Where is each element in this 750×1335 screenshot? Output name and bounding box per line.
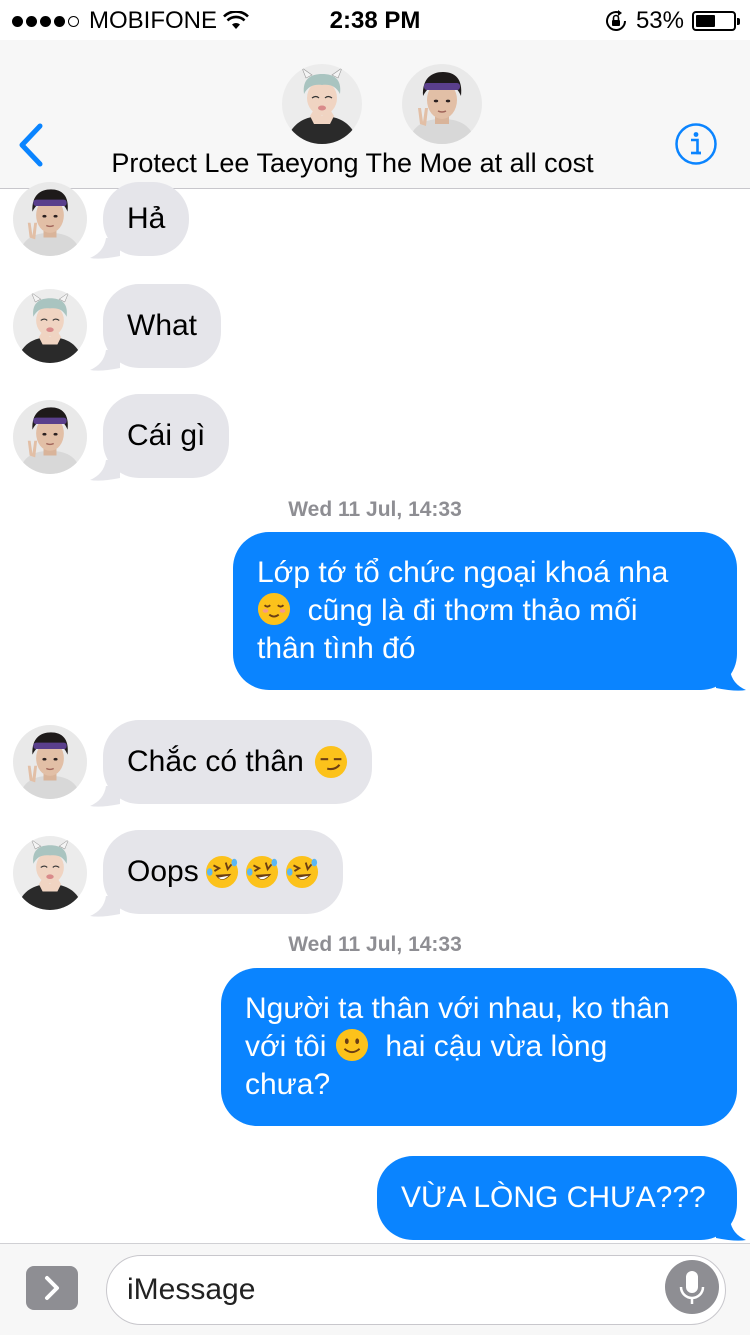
incoming-message[interactable]: Oops bbox=[103, 830, 343, 914]
status-right: 53% bbox=[604, 7, 740, 35]
microphone-icon bbox=[679, 1271, 705, 1304]
message-text-line: thân tình đó bbox=[257, 632, 416, 665]
dictation-button[interactable] bbox=[665, 1260, 719, 1314]
incoming-message[interactable]: Cái gì bbox=[103, 394, 230, 478]
sender-avatar[interactable] bbox=[13, 400, 87, 474]
message-text-line: cũng là đi thơm thảo mối bbox=[257, 592, 713, 630]
group-title[interactable]: Protect Lee Taeyong The Moe at all cost bbox=[0, 148, 705, 179]
battery-percent: 53% bbox=[635, 7, 684, 34]
status-bar: MOBIFONE 2:38 PM 53% bbox=[0, 0, 750, 40]
rolling-on-floor-laughing-icon bbox=[245, 855, 279, 889]
bubble-tail bbox=[90, 896, 120, 917]
bubble-tail bbox=[716, 1220, 746, 1241]
message-timestamp: Wed 11 Jul, 14:33 bbox=[288, 498, 462, 521]
bubble-tail bbox=[716, 670, 746, 691]
outgoing-message[interactable]: Người ta thân với nhau, ko thân với tôi … bbox=[221, 968, 737, 1126]
rotation-lock-icon bbox=[605, 10, 626, 31]
message-text: Cái gì bbox=[127, 419, 206, 452]
incoming-message[interactable]: Chắc có thân bbox=[103, 720, 372, 804]
battery-icon bbox=[692, 11, 740, 31]
sender-avatar[interactable] bbox=[13, 182, 87, 256]
message-text: Chắc có thân bbox=[127, 745, 304, 778]
rolling-on-floor-laughing-icon bbox=[205, 855, 239, 889]
message-text: Hả bbox=[127, 202, 166, 235]
outgoing-message[interactable]: Lớp tớ tổ chức ngoại khoá nha cũng là đi… bbox=[233, 532, 737, 690]
bubble-tail bbox=[90, 786, 120, 807]
message-text-line: Lớp tớ tổ chức ngoại khoá nha bbox=[257, 556, 669, 589]
message-text-line: Người ta thân với nhau, ko thân bbox=[245, 992, 670, 1025]
compose-bar: iMessage bbox=[0, 1243, 750, 1335]
sender-avatar[interactable] bbox=[13, 725, 87, 799]
incoming-message[interactable]: What bbox=[103, 284, 222, 368]
slightly-smiling-face-icon bbox=[335, 1028, 369, 1062]
outgoing-message[interactable]: VỪA LÒNG CHƯA??? bbox=[377, 1156, 737, 1240]
group-avatar-headband[interactable] bbox=[402, 64, 482, 144]
message-text-line: chưa? bbox=[245, 1068, 331, 1101]
conversation-header: Protect Lee Taeyong The Moe at all cost bbox=[0, 40, 750, 189]
relieved-face-icon bbox=[257, 592, 291, 626]
sender-avatar[interactable] bbox=[13, 836, 87, 910]
message-text: What bbox=[127, 309, 198, 342]
message-text: VỪA LÒNG CHƯA??? bbox=[401, 1181, 706, 1214]
message-input-placeholder: iMessage bbox=[127, 1273, 256, 1306]
message-text-line: với tôi hai cậu vừa lòng bbox=[245, 1028, 608, 1063]
group-avatar-grey-hair[interactable] bbox=[282, 64, 362, 144]
rolling-on-floor-laughing-icon bbox=[285, 855, 319, 889]
smirking-face-icon bbox=[314, 745, 348, 779]
chevron-right-icon bbox=[45, 1276, 59, 1300]
bubble-tail bbox=[90, 350, 120, 371]
bubble-tail bbox=[90, 238, 120, 259]
message-timestamp: Wed 11 Jul, 14:33 bbox=[288, 933, 462, 956]
bubble-tail bbox=[90, 460, 120, 481]
info-icon[interactable] bbox=[674, 122, 718, 166]
message-text: Oops bbox=[127, 855, 199, 888]
sender-avatar[interactable] bbox=[13, 289, 87, 363]
expand-apps-button[interactable] bbox=[26, 1266, 78, 1310]
message-input[interactable]: iMessage bbox=[106, 1255, 726, 1325]
